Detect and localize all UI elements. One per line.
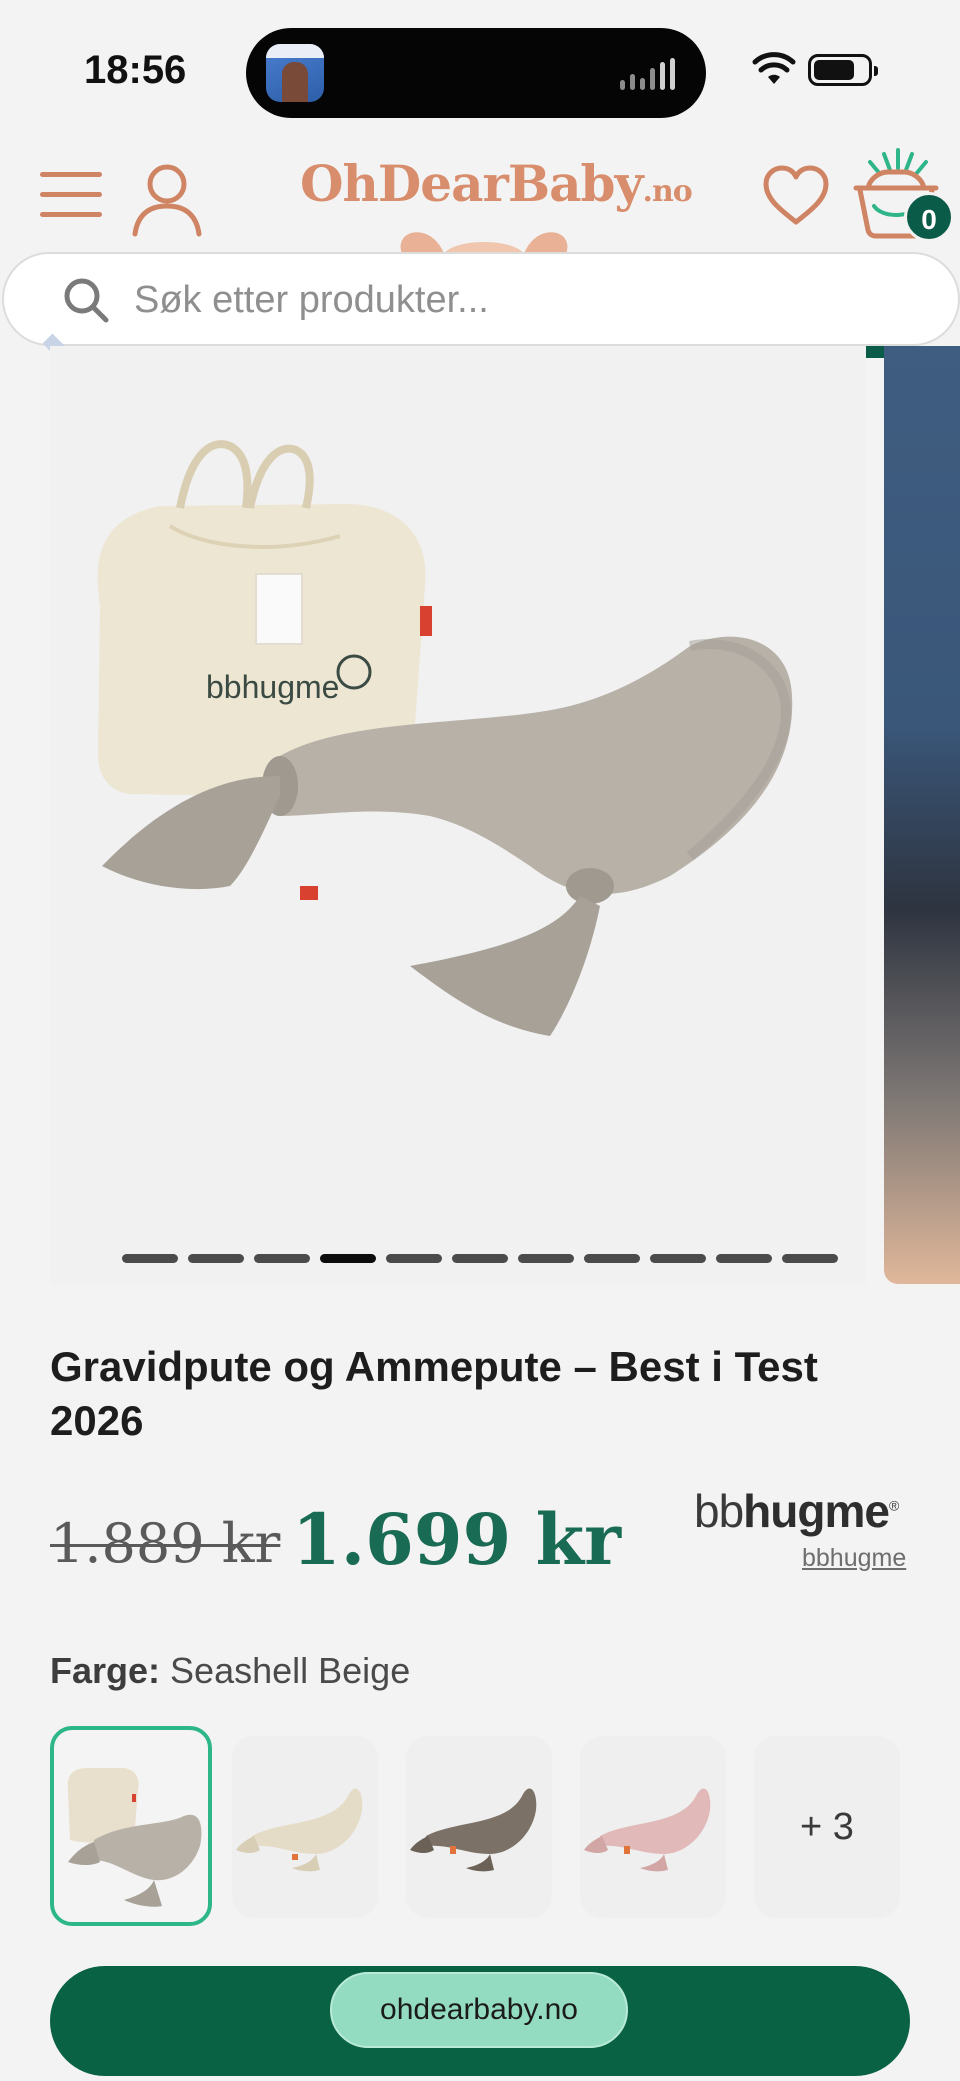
wishlist-heart-icon[interactable]	[762, 164, 830, 226]
color-swatch-taupe[interactable]	[406, 1736, 552, 1918]
gallery-dot[interactable]	[584, 1254, 640, 1263]
battery-icon	[808, 54, 878, 86]
color-swatch-cream[interactable]	[232, 1736, 378, 1918]
swatch-thumbnail	[67, 1768, 202, 1907]
gallery-dot[interactable]	[782, 1254, 838, 1263]
gallery-dot[interactable]	[122, 1254, 178, 1263]
brand-logo-light: bb	[694, 1485, 744, 1537]
site-header: OhDearBaby.no 0	[0, 140, 960, 260]
gallery-dot[interactable]	[320, 1254, 376, 1263]
more-colors-button[interactable]: + 3	[754, 1736, 900, 1918]
product-title: Gravidpute og Ammepute – Best i Test 202…	[50, 1343, 818, 1444]
gallery-dot[interactable]	[254, 1254, 310, 1263]
svg-text:bbhugme: bbhugme	[206, 669, 339, 705]
logo-text: OhDearBaby	[300, 154, 643, 213]
gallery-dot[interactable]	[386, 1254, 442, 1263]
original-price: 1.889 kr	[50, 1512, 281, 1575]
dynamic-island	[246, 28, 706, 118]
color-selection-label: Farge: Seashell Beige	[50, 1650, 410, 1692]
gallery-dot[interactable]	[716, 1254, 772, 1263]
brand-logo[interactable]: bbhugme®	[694, 1484, 899, 1538]
gallery-dot[interactable]	[650, 1254, 706, 1263]
sale-price: 1.699 kr	[292, 1498, 621, 1581]
color-swatch-rose[interactable]	[580, 1736, 726, 1918]
swatch-thumbnail	[410, 1788, 537, 1872]
brand-logo-mark: ®	[888, 1497, 899, 1514]
live-activity-app-icon	[266, 44, 324, 102]
audio-waveform-icon	[620, 58, 680, 90]
search-icon	[64, 278, 109, 323]
swatch-thumbnail	[584, 1788, 711, 1872]
search-input[interactable]	[134, 274, 914, 326]
wifi-icon	[752, 52, 796, 84]
account-icon[interactable]	[130, 162, 204, 238]
gallery-dot[interactable]	[188, 1254, 244, 1263]
next-gallery-image-preview[interactable]	[884, 346, 960, 1284]
product-photo-illustration: bbhugme	[97, 440, 793, 1036]
color-label: Farge:	[50, 1650, 161, 1691]
menu-icon[interactable]	[40, 172, 102, 218]
brand-logo-bold: hugme	[743, 1485, 890, 1537]
gallery-dot[interactable]	[452, 1254, 508, 1263]
logo-suffix: .no	[642, 174, 693, 209]
cart-count-badge: 0	[904, 192, 954, 242]
status-time: 18:56	[84, 48, 187, 92]
logo-ears-icon	[400, 232, 568, 254]
gallery-pagination	[122, 1254, 838, 1264]
search-bar[interactable]	[2, 252, 960, 346]
browser-url-pill[interactable]: ohdearbaby.no	[330, 1972, 628, 2048]
gallery-dot[interactable]	[518, 1254, 574, 1263]
swatch-thumbnail	[236, 1788, 363, 1872]
site-logo[interactable]: OhDearBaby.no	[300, 154, 693, 213]
color-swatch-seashell-beige[interactable]	[50, 1726, 212, 1926]
color-value: Seashell Beige	[170, 1650, 411, 1691]
brand-link[interactable]: bbhugme	[802, 1544, 906, 1573]
status-bar: 18:56	[0, 0, 960, 130]
product-image[interactable]: bbhugme	[50, 346, 866, 1284]
